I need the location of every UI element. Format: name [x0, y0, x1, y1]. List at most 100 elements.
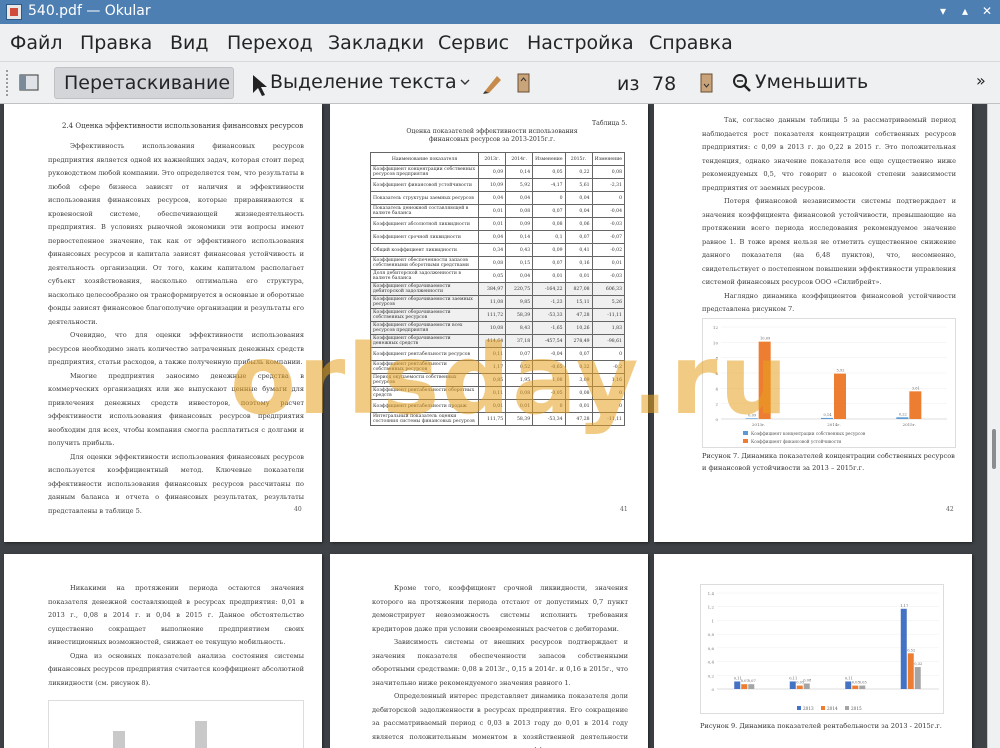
- page-number: 42: [946, 506, 954, 513]
- table-header-cell: Изменение: [591, 152, 626, 166]
- table-cell: Коэффициент обеспеченности запасов собст…: [369, 256, 480, 270]
- page-number: 40: [294, 506, 302, 513]
- chart-bar: [834, 373, 846, 419]
- paragraph: Определенный интерес представляет динами…: [372, 692, 628, 748]
- table-cell: 3,09: [564, 373, 593, 387]
- data-label: 0,14: [823, 413, 832, 417]
- table-cell: 0,04: [478, 191, 507, 205]
- y-tick-label: 8: [715, 356, 718, 361]
- table-cell: Коэффициент оборачиваемости денежных сре…: [369, 334, 480, 348]
- maximize-icon[interactable]: ▴: [956, 2, 974, 20]
- annotate-button[interactable]: [480, 67, 506, 99]
- table-cell: 1,08: [532, 373, 566, 387]
- chart-bar: [909, 391, 922, 419]
- table-cell: 606,33: [591, 282, 626, 296]
- table-cell: -0,02: [591, 243, 626, 257]
- table-row: Доля дебиторской задолженности в валюте …: [369, 269, 626, 283]
- page-number: 41: [620, 506, 628, 513]
- table-row: Коэффициент рентабельности оборотных сре…: [369, 386, 626, 400]
- table-cell: 0,05: [532, 165, 566, 179]
- page-40-text: Эффективность использования финансовых р…: [48, 140, 304, 518]
- text-selection-tool-button[interactable]: Выделение текста: [244, 67, 476, 99]
- table-cell: Коэффициент абсолютной ликвидности: [369, 217, 480, 231]
- table-row: Интегральный показатель оценки состояния…: [369, 412, 626, 426]
- x-tick-label: 2014г.: [827, 422, 841, 427]
- table-cell: -2,31: [591, 178, 626, 192]
- menu-settings[interactable]: Настройка: [527, 32, 634, 54]
- table-cell: 0: [591, 399, 626, 413]
- page-41: Таблица 5. Оценка показателей эффективно…: [330, 104, 648, 542]
- vertical-scrollbar[interactable]: [987, 104, 1000, 748]
- menu-file[interactable]: Файл: [10, 32, 63, 54]
- legend-label: 2013: [803, 706, 814, 711]
- table-cell: Коэффициент оборачиваемости заемных ресу…: [369, 295, 480, 309]
- table-cell: 0,01: [478, 204, 507, 218]
- table-row: Коэффициент оборачиваемости дебиторской …: [369, 282, 626, 296]
- figure-7-bar-chart: 0 2 4 6 8 10 12 2013г. 0,09 10,09 2014г. 0,14 5,92 20…: [702, 318, 956, 448]
- figure-caption: Рисунок 7. Динамика показателей концентр…: [702, 452, 955, 472]
- table-cell: 5,92: [505, 178, 534, 192]
- okular-app-icon: [6, 4, 22, 20]
- page-down-icon: [700, 73, 713, 93]
- table-cell: 111,75: [478, 412, 507, 426]
- chart-bar: [896, 417, 909, 419]
- figure-9-bar-chart: 00,20,40,60,811,21,40,110,070,070,110,05…: [700, 584, 944, 714]
- page-44: Кроме того, коэффициент срочной ликвидно…: [330, 554, 648, 748]
- table-cell: Коэффициент срочной ликвидности: [369, 230, 480, 244]
- page-43-text: Никакими на протяжении периода остаются …: [48, 582, 304, 690]
- table-cell: -0,04: [532, 347, 566, 361]
- table-cell: 5,26: [591, 295, 626, 309]
- menu-tools[interactable]: Сервис: [438, 32, 509, 54]
- table-cell: 0,09: [505, 217, 534, 231]
- table-cell: -11,11: [591, 412, 626, 426]
- scrollbar-thumb[interactable]: [992, 429, 996, 469]
- toolbar-overflow-icon[interactable]: »: [976, 71, 986, 90]
- menu-help[interactable]: Справка: [649, 32, 733, 54]
- x-tick-label: 2013г.: [752, 422, 766, 427]
- sidebar-toggle-button[interactable]: [14, 67, 44, 99]
- paragraph: Для оценки эффективности использования ф…: [48, 452, 304, 515]
- table-cell: -11,11: [591, 308, 626, 322]
- table-cell: 0,08: [591, 165, 626, 179]
- table-row: Коэффициент срочной ликвидности 0,04 0,14 0…: [369, 230, 626, 244]
- menu-go[interactable]: Переход: [227, 32, 313, 54]
- table-row: Коэффициент финансовой устойчивости 10,09…: [369, 178, 626, 192]
- chart-bar: [745, 418, 758, 419]
- chevron-down-icon[interactable]: [458, 67, 472, 99]
- table-header-cell: 2015г.: [564, 152, 593, 166]
- table-cell: 0,07: [532, 256, 566, 270]
- menu-view[interactable]: Вид: [170, 32, 209, 54]
- menu-edit[interactable]: Правка: [80, 32, 152, 54]
- data-label: 1,17: [900, 604, 909, 608]
- chart-bar: [859, 685, 866, 689]
- main-toolbar: Перетаскивание Выделение текста 41 из 78…: [0, 62, 1000, 163]
- table-cell: 0,01: [532, 269, 566, 283]
- y-tick-label: 6: [715, 371, 718, 376]
- next-page-button[interactable]: [693, 67, 719, 99]
- table-cell: 0: [532, 191, 566, 205]
- table-cell: 0,04: [564, 204, 593, 218]
- figure-caption: Рисунок 9. Динамика показателей рентабел…: [700, 722, 942, 730]
- close-icon[interactable]: ✕: [978, 2, 996, 20]
- table-cell: 0: [591, 191, 626, 205]
- document-viewport[interactable]: 2.4 Оценка эффективности использования ф…: [0, 104, 987, 748]
- table-cell: 10,26: [564, 321, 593, 335]
- paragraph: Кроме того, коэффициент срочной ликвидно…: [372, 584, 628, 633]
- table-cell: 9,85: [505, 295, 534, 309]
- browse-tool-button[interactable]: Перетаскивание: [54, 67, 234, 99]
- minimize-icon[interactable]: ▾: [934, 2, 952, 20]
- cursor-arrow-icon: [253, 75, 267, 96]
- y-tick-label: 0,4: [708, 660, 715, 665]
- table-cell: Коэффициент оборачиваемости всех ресурсо…: [369, 321, 480, 335]
- pen-icon: [483, 76, 501, 94]
- previous-page-button[interactable]: [510, 67, 536, 99]
- zoom-out-button[interactable]: Уменьшить: [728, 67, 878, 99]
- table-cell: 15,11: [564, 295, 593, 309]
- table-cell: 8,43: [505, 321, 534, 335]
- table-cell: -1,65: [532, 321, 566, 335]
- table-cell: 0,01: [478, 399, 507, 413]
- data-label: 3,61: [912, 386, 920, 390]
- table-row: Период окупаемости собственных ресурсов 0…: [369, 373, 626, 387]
- menu-bookmarks[interactable]: Закладки: [328, 32, 424, 54]
- table-cell: 1,17: [478, 360, 507, 374]
